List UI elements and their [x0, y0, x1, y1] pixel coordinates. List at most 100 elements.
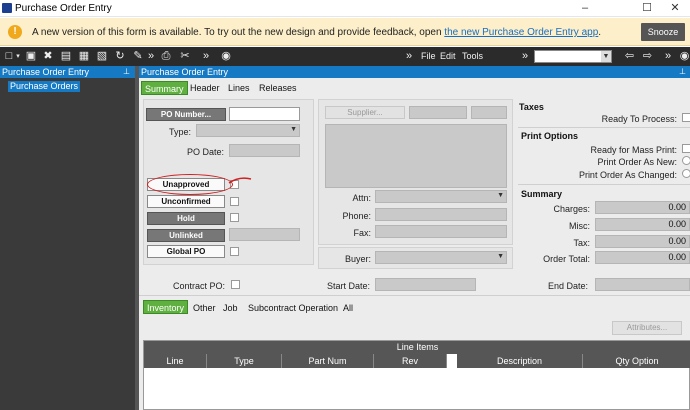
line-items-title: Line Items	[144, 341, 690, 354]
subtab-job[interactable]: Job	[220, 301, 241, 315]
charges-field: 0.00	[595, 201, 690, 214]
print-order-as-new-radio[interactable]	[682, 156, 690, 165]
line-items-grid: Line Items Line Type Part Num Rev △ Desc…	[143, 340, 690, 410]
pin-icon[interactable]: ⊥	[123, 67, 130, 76]
end-date-field[interactable]	[595, 278, 690, 291]
banner-message: A new version of this form is available.…	[32, 27, 602, 38]
toolbar-overflow-icon[interactable]: »	[146, 50, 156, 63]
print-order-as-changed-radio[interactable]	[682, 169, 690, 178]
clipboard-icon[interactable]: ▧	[96, 50, 108, 63]
column-header-description[interactable]: Description	[457, 354, 583, 368]
hold-button[interactable]: Hold	[147, 212, 225, 225]
minimize-icon[interactable]: –	[565, 0, 605, 17]
refresh-icon[interactable]: ↻	[114, 50, 126, 63]
tab-releases[interactable]: Releases	[256, 81, 300, 95]
print-icon[interactable]: ⎙	[160, 50, 172, 63]
new-dropdown-icon[interactable]: ▾	[14, 50, 22, 63]
phone-field[interactable]	[375, 208, 507, 221]
new-app-link[interactable]: the new Purchase Order Entry app	[444, 27, 598, 38]
ready-for-mass-print-checkbox[interactable]	[682, 144, 690, 153]
ready-to-process-label: Ready To Process:	[601, 114, 677, 124]
supplier-extra-field[interactable]	[471, 106, 507, 119]
column-header-rev[interactable]: Rev	[374, 354, 447, 368]
unlinked-field[interactable]	[229, 228, 300, 241]
toolbar-combo[interactable]: ▼	[534, 50, 612, 63]
toolbar-overflow-icon-2[interactable]: »	[201, 50, 211, 63]
tab-lines[interactable]: Lines	[225, 81, 253, 95]
global-po-checkbox[interactable]	[230, 247, 239, 256]
paste-icon[interactable]: ▦	[78, 50, 90, 63]
binoculars-icon[interactable]: ◉	[220, 50, 232, 63]
sort-asc-icon: △	[447, 355, 454, 364]
tree-panel: Purchase Order Entry ⊥ Purchase Orders	[0, 66, 135, 410]
book-icon[interactable]: ▤	[60, 50, 72, 63]
column-header-type[interactable]: Type	[207, 354, 282, 368]
end-date-label: End Date:	[547, 281, 588, 291]
tab-header[interactable]: Header	[187, 81, 223, 95]
snooze-button[interactable]: Snooze	[641, 23, 685, 41]
subtab-inventory[interactable]: Inventory	[143, 300, 189, 314]
menu-tools[interactable]: Tools	[462, 51, 483, 61]
type-combo[interactable]: ▼	[196, 124, 300, 137]
supplier-id-field[interactable]	[409, 106, 467, 119]
summary-heading: Summary	[521, 189, 563, 199]
attn-label: Attn:	[352, 193, 371, 203]
column-header-part-num[interactable]: Part Num	[282, 354, 374, 368]
misc-label: Misc:	[569, 221, 590, 231]
clear-icon[interactable]: ✎	[132, 50, 144, 63]
ready-to-process-checkbox[interactable]	[682, 113, 690, 122]
tree-header: Purchase Order Entry	[0, 66, 135, 78]
delete-icon[interactable]: ✖	[42, 50, 54, 63]
start-date-field[interactable]	[375, 278, 476, 291]
attn-combo[interactable]: ▼	[375, 190, 507, 203]
subtab-other[interactable]: Other	[190, 301, 219, 315]
print-order-as-changed-label: Print Order As Changed:	[578, 170, 677, 180]
forward-icon[interactable]: ⇨	[641, 50, 654, 63]
attributes-button[interactable]: Attributes...	[612, 321, 682, 335]
main-header: Purchase Order Entry	[139, 66, 690, 78]
chevron-down-icon: ▼	[290, 126, 297, 133]
tree-item-purchase-orders[interactable]: Purchase Orders	[8, 81, 81, 92]
chevron-down-icon: ▼	[497, 253, 504, 260]
subtab-subcontract-operation[interactable]: Subcontract Operation	[245, 301, 341, 315]
menu-edit[interactable]: Edit	[440, 51, 456, 61]
fax-label: Fax:	[353, 228, 371, 238]
buyer-combo[interactable]: ▼	[375, 251, 507, 264]
charges-label: Charges:	[553, 204, 590, 214]
column-header-qty-option[interactable]: Qty Option	[583, 354, 690, 368]
supplier-button[interactable]: Supplier...	[325, 106, 405, 119]
unconfirmed-checkbox[interactable]	[230, 197, 239, 206]
misc-field: 0.00	[595, 218, 690, 231]
toolbar-overflow-icon-4[interactable]: »	[520, 50, 530, 63]
save-icon[interactable]: ▣	[25, 50, 37, 63]
global-po-button[interactable]: Global PO	[147, 245, 225, 258]
start-date-label: Start Date:	[326, 281, 370, 291]
menu-file[interactable]: File	[421, 51, 436, 61]
tab-summary[interactable]: Summary	[141, 81, 188, 95]
divider	[518, 127, 690, 128]
title-bar: Purchase Order Entry – ☐ ✕	[0, 0, 690, 17]
close-icon[interactable]: ✕	[660, 0, 690, 17]
supplier-address-field[interactable]	[325, 124, 507, 188]
toolbar-overflow-icon-5[interactable]: »	[663, 50, 673, 63]
tax-field: 0.00	[595, 235, 690, 248]
cut-icon[interactable]: ✂	[179, 50, 191, 63]
divider	[139, 295, 690, 296]
po-number-field[interactable]	[229, 107, 300, 121]
hold-checkbox[interactable]	[230, 213, 239, 222]
back-icon[interactable]: ⇦	[623, 50, 636, 63]
unconfirmed-button[interactable]: Unconfirmed	[147, 195, 225, 208]
help-icon[interactable]: ◉	[679, 50, 690, 63]
subtab-all[interactable]: All	[340, 301, 356, 315]
unlinked-button[interactable]: Unlinked	[147, 229, 225, 242]
po-number-button[interactable]: PO Number...	[146, 108, 226, 121]
tax-label: Tax:	[573, 238, 590, 248]
warning-icon: !	[8, 25, 22, 39]
main-pin-icon[interactable]: ⊥	[679, 67, 686, 76]
fax-field[interactable]	[375, 225, 507, 238]
buyer-label: Buyer:	[344, 254, 371, 264]
po-date-field[interactable]	[229, 144, 300, 157]
contract-po-checkbox[interactable]	[231, 280, 240, 289]
toolbar-overflow-icon-3[interactable]: »	[404, 50, 414, 63]
column-header-line[interactable]: Line	[144, 354, 207, 368]
